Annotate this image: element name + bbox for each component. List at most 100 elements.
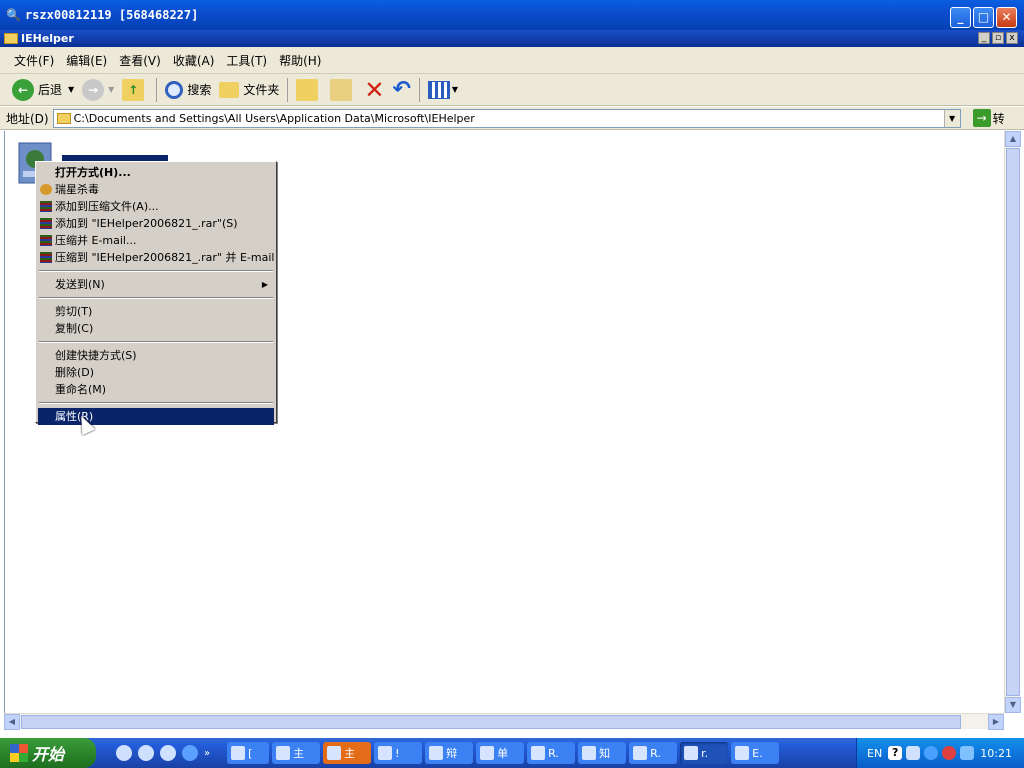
folders-icon [219,81,240,98]
scroll-right-button[interactable]: ▶ [988,714,1004,730]
task-button[interactable]: 主 [272,742,321,764]
address-input[interactable]: C:\Documents and Settings\All Users\Appl… [52,108,961,128]
menu-cut[interactable]: 剪切(T) [38,303,274,320]
task-button[interactable]: [ [227,742,270,764]
window-titlebar[interactable]: 🔍 rszx00812119 [568468227] _ □ ✕ [0,0,1024,30]
scroll-up-button[interactable]: ▲ [1005,131,1021,147]
menu-delete[interactable]: 删除(D) [38,364,274,381]
task-label: r. [701,746,709,760]
winrar-icon [40,201,52,212]
menu-properties[interactable]: 属性(R) [38,408,274,425]
go-button[interactable]: → 转 [972,109,1005,127]
back-button[interactable]: ← 后退 ▼ [8,76,78,104]
task-button[interactable]: ! [374,742,423,764]
vertical-scroll-thumb[interactable] [1006,148,1020,696]
move-to-button[interactable] [292,76,326,104]
forward-button[interactable]: → ▼ [78,76,118,104]
start-label: 开始 [32,745,65,764]
move-to-icon [296,78,319,101]
horizontal-scroll-thumb[interactable] [21,715,961,729]
tray-icon[interactable] [906,746,921,760]
app-icon [429,746,444,760]
minimize-button[interactable]: _ [950,7,971,28]
chevron-down-icon[interactable]: ▼ [108,85,114,94]
quicklaunch-icon[interactable] [160,745,176,761]
explorer-titlebar[interactable]: IEHelper _ ▫ x [0,30,1024,47]
copy-to-button[interactable] [326,76,360,104]
task-list: [ 主 主 ! 辩 单 R. 知 R. r. E. [224,742,780,764]
ie-icon[interactable] [182,745,198,761]
go-arrow-icon: → [972,109,991,127]
task-button[interactable]: 单 [476,742,525,764]
winrar-icon [40,235,52,246]
scroll-down-button[interactable]: ▼ [1005,697,1021,713]
chevron-down-icon[interactable]: ▼ [452,85,458,94]
task-button[interactable]: 主 [323,742,372,764]
menu-add-to-rar[interactable]: 添加到 "IEHelper2006821_.rar"(S) [38,215,274,232]
vertical-scrollbar[interactable]: ▲ ▼ [1004,131,1021,713]
views-button[interactable]: ▼ [424,76,462,104]
quicklaunch-icon[interactable] [138,745,154,761]
clock[interactable]: 10:21 [980,747,1012,760]
maximize-button[interactable]: □ [973,7,994,28]
task-button[interactable]: 辩 [425,742,474,764]
task-label: 单 [497,747,509,760]
language-indicator[interactable]: EN [867,747,882,760]
window-title: rszx00812119 [568468227] [24,8,199,22]
toolbar-separator [418,77,420,102]
app-icon [735,746,750,760]
close-button[interactable]: ✕ [996,7,1017,28]
menu-rename[interactable]: 重命名(M) [38,381,274,398]
menu-edit[interactable]: 编辑(E) [60,52,113,69]
copy-to-icon [330,78,353,101]
task-label: R. [650,746,661,760]
folders-label: 文件夹 [243,83,280,97]
start-button[interactable]: 开始 [0,738,96,768]
menu-compress-to-rar-email[interactable]: 压缩到 "IEHelper2006821_.rar" 并 E-mail [38,249,274,266]
menu-file[interactable]: 文件(F) [8,52,60,69]
task-button[interactable]: r. [680,742,729,764]
address-bar: 地址(D) C:\Documents and Settings\All User… [0,107,1024,130]
horizontal-scrollbar[interactable]: ◀ ▶ [4,713,1004,730]
menu-create-shortcut[interactable]: 创建快捷方式(S) [38,347,274,364]
quicklaunch-icon[interactable] [116,745,132,761]
folders-button[interactable]: 文件夹 [215,76,283,104]
menu-compress-email[interactable]: 压缩并 E-mail... [38,232,274,249]
inner-minimize-button[interactable]: _ [978,32,990,44]
task-button[interactable]: R. [527,742,576,764]
up-button[interactable]: ↑ [118,76,152,104]
address-dropdown[interactable]: ▼ [943,109,960,127]
menu-favorites[interactable]: 收藏(A) [167,52,221,69]
chevron-left-icon[interactable] [924,746,939,760]
menu-separator [39,402,273,404]
menu-bar: 文件(F) 编辑(E) 查看(V) 收藏(A) 工具(T) 帮助(H) [0,47,1024,74]
chevron-down-icon[interactable]: ▼ [68,85,74,94]
menu-help[interactable]: 帮助(H) [273,52,327,69]
scroll-left-button[interactable]: ◀ [4,714,20,730]
inner-close-button[interactable]: x [1006,32,1018,44]
task-button[interactable]: 知 [578,742,627,764]
menu-tools[interactable]: 工具(T) [220,52,273,69]
menu-copy[interactable]: 复制(C) [38,320,274,337]
menu-send-to[interactable]: 发送到(N) ▶ [38,276,274,293]
delete-button[interactable]: ✕ [360,76,388,104]
tray-icon[interactable] [942,746,957,760]
app-icon [327,746,342,760]
help-icon[interactable]: ? [888,746,903,760]
chevron-right-icon[interactable]: » [204,748,210,759]
menu-open-with[interactable]: 打开方式(H)... [38,164,274,181]
task-button[interactable]: E. [731,742,780,764]
undo-button[interactable]: ↶ [388,76,414,104]
inner-restore-button[interactable]: ▫ [992,32,1004,44]
back-arrow-icon: ← [12,78,34,101]
menu-separator [39,270,273,272]
task-button[interactable]: R. [629,742,678,764]
network-icon[interactable] [960,746,975,760]
toolbar-separator [287,77,289,102]
menu-view[interactable]: 查看(V) [113,52,167,69]
menu-rising-antivirus[interactable]: 瑞星杀毒 [38,181,274,198]
taskbar: 开始 » [ 主 主 ! 辩 单 R. 知 R. r. E. EN ? 10:2… [0,738,1024,768]
app-icon [633,746,648,760]
search-button[interactable]: 搜索 [161,76,215,104]
menu-add-to-archive[interactable]: 添加到压缩文件(A)... [38,198,274,215]
